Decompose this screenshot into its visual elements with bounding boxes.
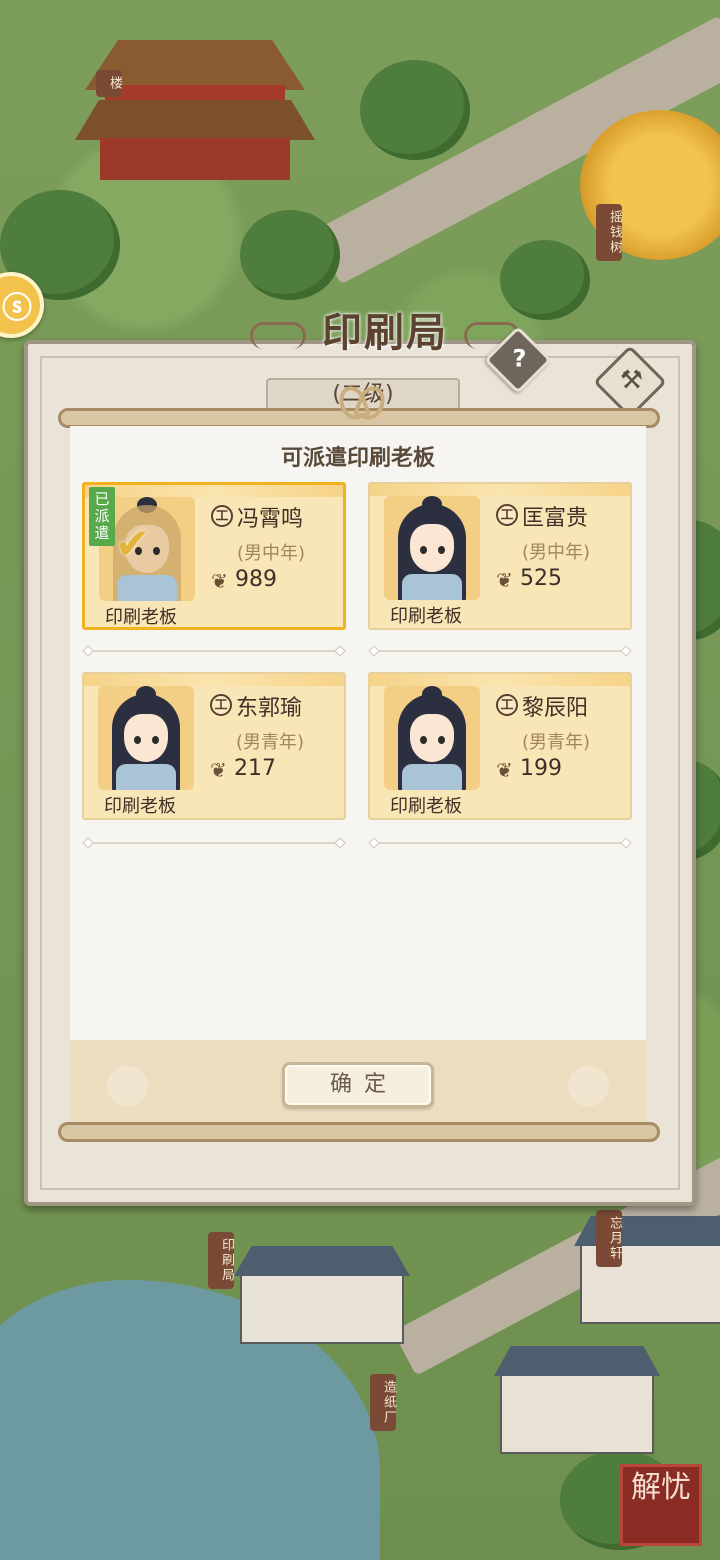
dispatch-modal: 可派遣印刷老板 ✔ 已派遣 工 冯霄鸣 (男中年) ❦ 989 印刷老板 工 匡… <box>70 426 646 1132</box>
building-title-plate: 印刷局 <box>250 300 520 366</box>
avatar <box>384 496 480 600</box>
heart-icon: ❦ <box>211 569 228 593</box>
boss-name: 匡富贵 <box>522 506 589 531</box>
boss-role: 印刷老板 <box>390 796 462 817</box>
boss-desc: (男中年) <box>522 542 591 563</box>
dispatched-badge: 已派遣 <box>89 487 115 546</box>
knot-icon <box>334 382 390 424</box>
boss-role: 印刷老板 <box>105 607 177 628</box>
boss-card[interactable]: 工 东郭瑜 (男青年) ❦ 217 印刷老板 <box>82 672 346 820</box>
worker-icon: 工 <box>211 505 233 527</box>
boss-name: 东郭瑜 <box>236 696 303 721</box>
pavilion-building[interactable] <box>75 20 315 180</box>
boss-desc: (男青年) <box>522 732 591 753</box>
boss-value: 989 <box>235 567 277 592</box>
worker-icon: 工 <box>210 694 232 716</box>
boss-desc: (男青年) <box>236 732 305 753</box>
modal-title: 可派遣印刷老板 <box>280 446 435 471</box>
paper-mill-house[interactable] <box>494 1346 660 1454</box>
card-divider <box>368 645 632 657</box>
modal-footer: 确定 <box>70 1040 646 1132</box>
question-mark-icon: ? <box>512 344 527 373</box>
worker-icon: 工 <box>496 504 518 526</box>
boss-value: 217 <box>234 756 276 781</box>
card-divider <box>368 837 632 849</box>
hammer-icon: ⚒ <box>619 365 644 396</box>
sign-tower[interactable]: 楼 <box>96 70 122 97</box>
avatar <box>98 686 194 790</box>
printing-house[interactable] <box>234 1246 410 1344</box>
boss-card[interactable]: ✔ 已派遣 工 冯霄鸣 (男中年) ❦ 989 印刷老板 <box>82 482 346 630</box>
heart-icon: ❦ <box>496 568 513 592</box>
tree <box>240 210 340 300</box>
boss-card[interactable]: 工 匡富贵 (男中年) ❦ 525 印刷老板 <box>368 482 632 630</box>
card-divider <box>82 837 346 849</box>
boss-desc: (男中年) <box>237 543 306 564</box>
scroll-rod-bottom <box>58 1122 660 1142</box>
building-title: 印刷局 <box>322 309 448 356</box>
sign-paper-mill[interactable]: 造纸厂 <box>370 1374 396 1431</box>
boss-value: 199 <box>520 756 562 781</box>
heart-icon: ❦ <box>210 758 227 782</box>
avatar <box>384 686 480 790</box>
card-divider <box>82 645 346 657</box>
boss-role: 印刷老板 <box>390 606 462 627</box>
boss-name: 冯霄鸣 <box>237 507 304 532</box>
checkmark-icon: ✔ <box>115 519 151 568</box>
sign-moon-pavilion[interactable]: 忘月轩 <box>596 1210 622 1267</box>
boss-role: 印刷老板 <box>104 796 176 817</box>
worker-icon: 工 <box>496 694 518 716</box>
tree <box>360 60 470 160</box>
sign-printing[interactable]: 印刷局 <box>208 1232 234 1289</box>
boss-name: 黎辰阳 <box>522 696 589 721</box>
confirm-button[interactable]: 确定 <box>282 1062 434 1108</box>
seal-button[interactable]: 解忧 <box>620 1464 702 1546</box>
heart-icon: ❦ <box>496 758 513 782</box>
boss-value: 525 <box>520 566 562 591</box>
sign-money-tree[interactable]: 摇钱树 <box>596 204 622 261</box>
boss-card[interactable]: 工 黎辰阳 (男青年) ❦ 199 印刷老板 <box>368 672 632 820</box>
